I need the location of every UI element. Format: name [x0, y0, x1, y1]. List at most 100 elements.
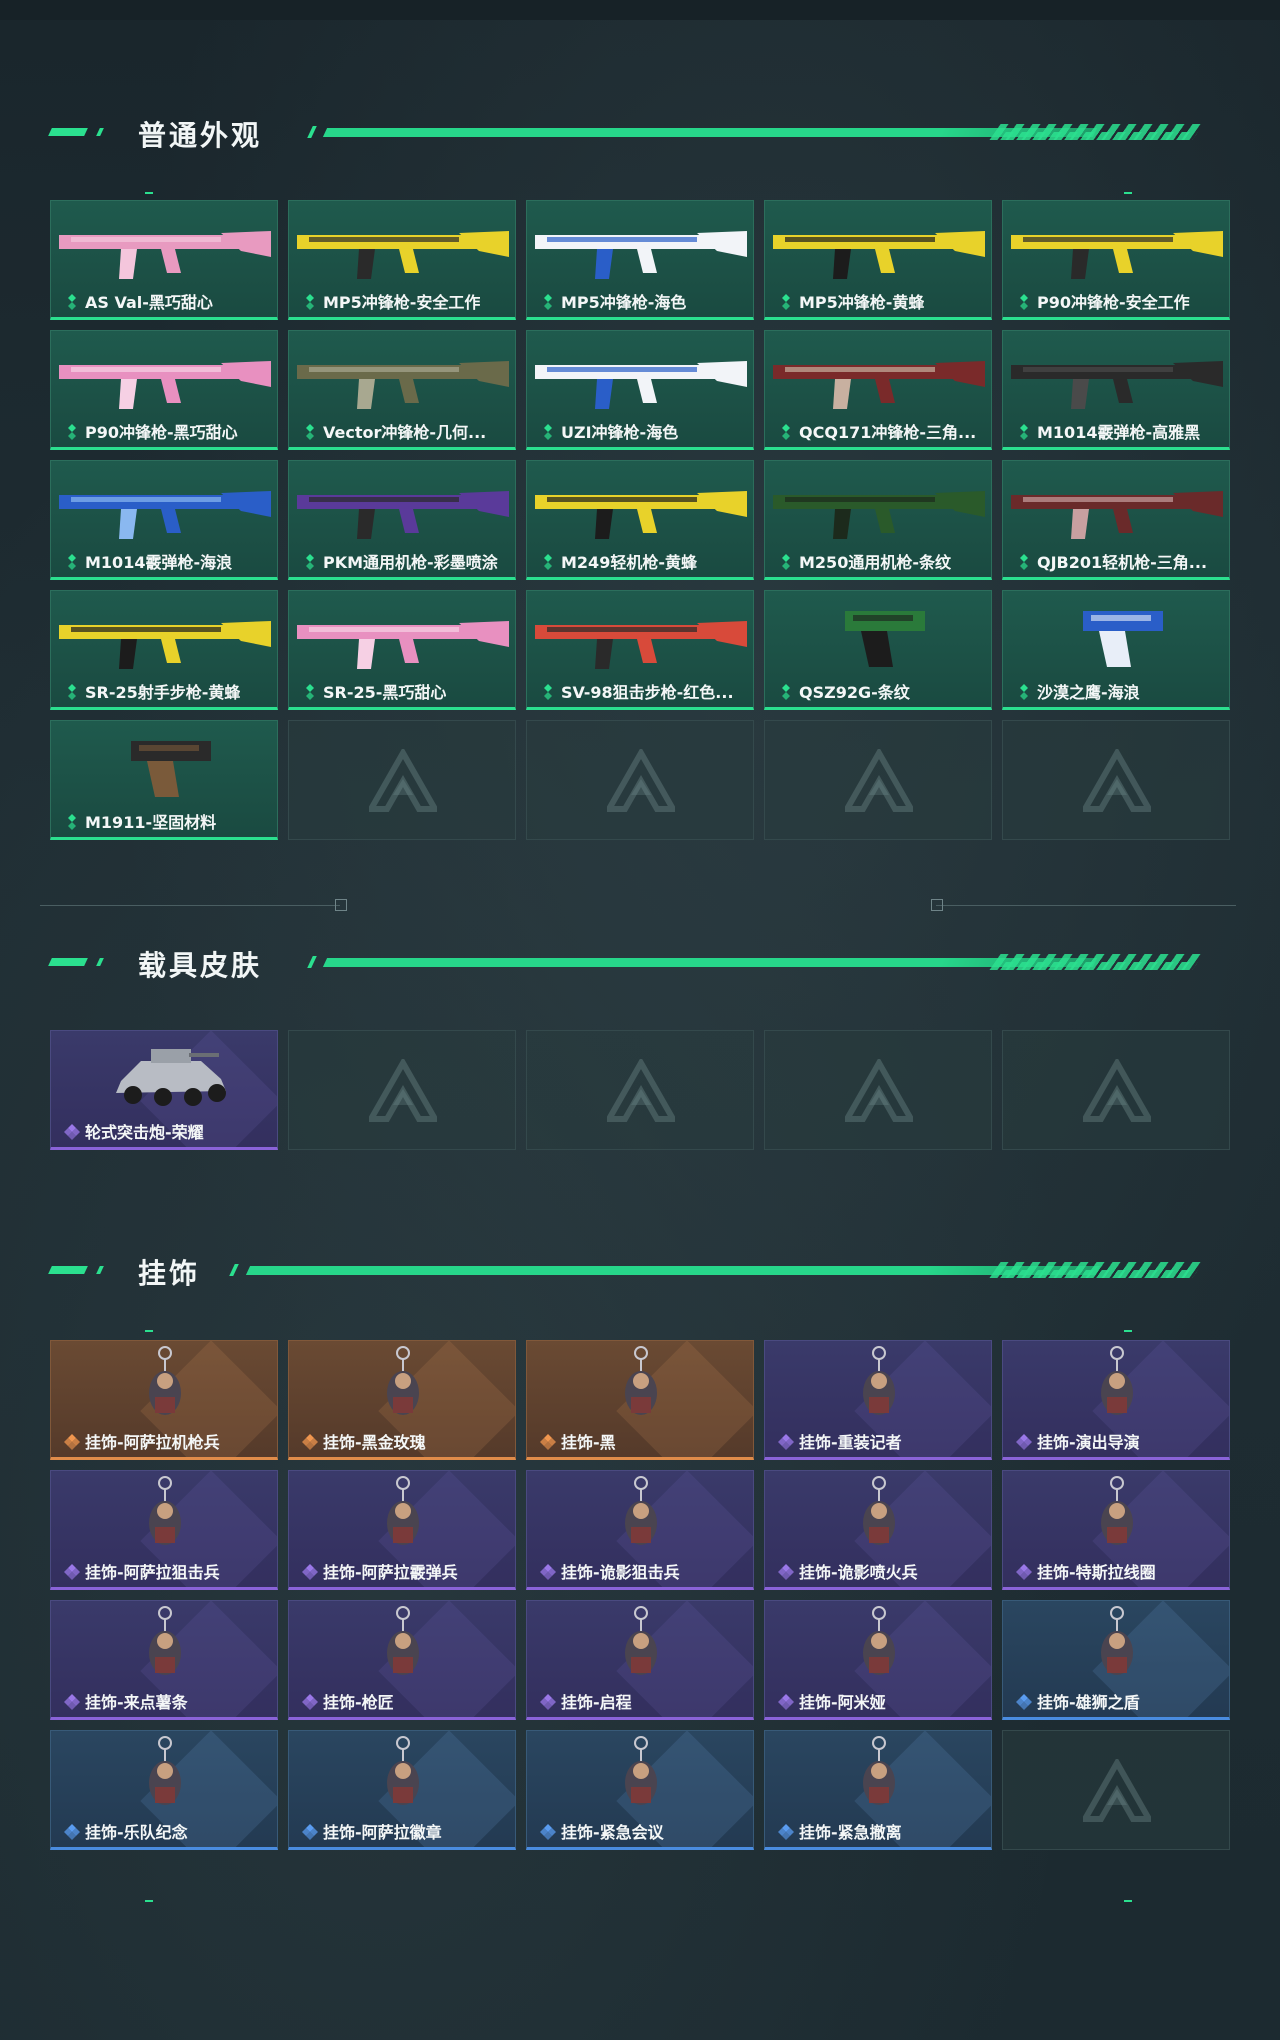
header-bar — [322, 128, 1098, 137]
charm-image — [625, 1476, 657, 1545]
empty-slot — [764, 720, 992, 840]
charm-card[interactable]: 挂饰-阿萨拉徽章 — [288, 1730, 516, 1850]
rarity-mark-icon — [782, 294, 790, 310]
rarity-mark-icon — [544, 424, 552, 440]
header-tick — [307, 956, 317, 968]
header-dash — [96, 128, 104, 136]
vehicle-skin-name: 轮式突击炮-荣耀 — [85, 1123, 204, 1142]
header-checker — [992, 132, 1198, 140]
weapon-skin-card[interactable]: M250通用机枪-条纹 — [764, 460, 992, 580]
weapon-skin-card[interactable]: M1014霰弹枪-高雅黑 — [1002, 330, 1230, 450]
charm-card[interactable]: 挂饰-启程 — [526, 1600, 754, 1720]
grid-mark — [145, 1330, 153, 1332]
weapon-skin-card[interactable]: SR-25-黑巧甜心 — [288, 590, 516, 710]
rarity-mark-icon — [68, 294, 76, 310]
weapon-image — [59, 621, 271, 669]
weapon-skin-name: UZI冲锋枪-海色 — [561, 423, 679, 442]
charm-name: 挂饰-诡影喷火兵 — [799, 1563, 918, 1582]
charm-card[interactable]: 挂饰-重装记者 — [764, 1340, 992, 1460]
rarity-mark-icon — [302, 1434, 318, 1450]
vehicle-skin-card[interactable]: 轮式突击炮-荣耀 — [50, 1030, 278, 1150]
weapon-skin-name: Vector冲锋枪-几何... — [323, 423, 487, 442]
charm-card[interactable]: 挂饰-诡影狙击兵 — [526, 1470, 754, 1590]
charm-card[interactable]: 挂饰-枪匠 — [288, 1600, 516, 1720]
weapon-skin-card[interactable]: Vector冲锋枪-几何... — [288, 330, 516, 450]
rarity-mark-icon — [778, 1824, 794, 1840]
header-tick — [229, 1264, 239, 1276]
charm-card[interactable]: 挂饰-阿萨拉霰弹兵 — [288, 1470, 516, 1590]
weapon-skin-card[interactable]: UZI冲锋枪-海色 — [526, 330, 754, 450]
rarity-mark-icon — [778, 1564, 794, 1580]
weapon-skin-card[interactable]: MP5冲锋枪-黄蜂 — [764, 200, 992, 320]
charm-card[interactable]: 挂饰-诡影喷火兵 — [764, 1470, 992, 1590]
charm-card[interactable]: 挂饰-雄狮之盾 — [1002, 1600, 1230, 1720]
weapon-skin-card[interactable]: M1014霰弹枪-海浪 — [50, 460, 278, 580]
charm-card[interactable]: 挂饰-阿萨拉机枪兵 — [50, 1340, 278, 1460]
rarity-mark-icon — [64, 1824, 80, 1840]
weapon-image — [1011, 491, 1223, 539]
charm-image — [387, 1736, 419, 1805]
weapon-skin-name: QJB201轻机枪-三角... — [1037, 553, 1208, 572]
rarity-mark-icon — [68, 684, 76, 700]
rarity-mark-icon — [1016, 1434, 1032, 1450]
weapon-skin-card[interactable]: MP5冲锋枪-安全工作 — [288, 200, 516, 320]
rarity-mark-icon — [64, 1694, 80, 1710]
header-tick — [307, 126, 317, 138]
empty-slot — [288, 720, 516, 840]
charm-card[interactable]: 挂饰-演出导演 — [1002, 1340, 1230, 1460]
watermark-logo-icon — [1083, 749, 1151, 812]
rarity-mark-icon — [540, 1564, 556, 1580]
charm-card[interactable]: 挂饰-紧急撤离 — [764, 1730, 992, 1850]
weapon-skin-card[interactable]: SR-25射手步枪-黄蜂 — [50, 590, 278, 710]
weapon-skin-card[interactable]: MP5冲锋枪-海色 — [526, 200, 754, 320]
charm-card[interactable]: 挂饰-来点薯条 — [50, 1600, 278, 1720]
charm-name: 挂饰-诡影狙击兵 — [561, 1563, 680, 1582]
weapon-image — [535, 621, 747, 669]
weapon-skin-name: M1014霰弹枪-海浪 — [85, 553, 233, 572]
weapon-skin-name: P90冲锋枪-安全工作 — [1037, 293, 1190, 312]
charm-image — [387, 1346, 419, 1415]
section-header-weapons: 普通外观 — [0, 100, 1280, 160]
charm-card[interactable]: 挂饰-乐队纪念 — [50, 1730, 278, 1850]
empty-slot — [1002, 720, 1230, 840]
charm-card[interactable]: 挂饰-紧急会议 — [526, 1730, 754, 1850]
weapon-image — [1011, 361, 1223, 409]
weapon-skin-card[interactable]: P90冲锋枪-黑巧甜心 — [50, 330, 278, 450]
header-dash — [48, 128, 88, 136]
charm-card[interactable]: 挂饰-黑金玫瑰 — [288, 1340, 516, 1460]
weapon-skin-card[interactable]: P90冲锋枪-安全工作 — [1002, 200, 1230, 320]
weapon-skin-card[interactable]: QCQ171冲锋枪-三角... — [764, 330, 992, 450]
weapon-skin-card[interactable]: PKM通用机枪-彩墨喷涂 — [288, 460, 516, 580]
weapon-image — [59, 491, 271, 539]
weapon-image — [773, 361, 985, 409]
weapon-skin-card[interactable]: M249轻机枪-黄蜂 — [526, 460, 754, 580]
section-title: 普通外观 — [138, 119, 263, 152]
charm-image — [149, 1476, 181, 1545]
rarity-mark-icon — [544, 294, 552, 310]
charm-card[interactable]: 挂饰-阿米娅 — [764, 1600, 992, 1720]
charm-name: 挂饰-启程 — [561, 1693, 632, 1712]
charm-card[interactable]: 挂饰-黑 — [526, 1340, 754, 1460]
divider-square — [335, 899, 347, 911]
watermark-logo-icon — [369, 1059, 437, 1122]
grid-mark — [145, 1900, 153, 1902]
weapon-skin-card[interactable]: QSZ92G-条纹 — [764, 590, 992, 710]
rarity-mark-icon — [778, 1434, 794, 1450]
charm-image — [625, 1736, 657, 1805]
weapon-skin-card[interactable]: QJB201轻机枪-三角... — [1002, 460, 1230, 580]
weapon-image — [845, 611, 925, 667]
grid-mark — [145, 192, 153, 194]
rarity-mark-icon — [540, 1434, 556, 1450]
rarity-mark-icon — [306, 554, 314, 570]
weapon-skin-card[interactable]: AS Val-黑巧甜心 — [50, 200, 278, 320]
weapon-skin-card[interactable]: M1911-坚固材料 — [50, 720, 278, 840]
charm-image — [1101, 1606, 1133, 1675]
weapon-skin-card[interactable]: 沙漠之鹰-海浪 — [1002, 590, 1230, 710]
charm-card[interactable]: 挂饰-特斯拉线圈 — [1002, 1470, 1230, 1590]
charm-card[interactable]: 挂饰-阿萨拉狙击兵 — [50, 1470, 278, 1590]
rarity-mark-icon — [68, 814, 76, 830]
weapon-skin-card[interactable]: SV-98狙击步枪-红色... — [526, 590, 754, 710]
weapon-skin-name: QSZ92G-条纹 — [799, 683, 910, 702]
divider-square — [931, 899, 943, 911]
rarity-mark-icon — [544, 684, 552, 700]
